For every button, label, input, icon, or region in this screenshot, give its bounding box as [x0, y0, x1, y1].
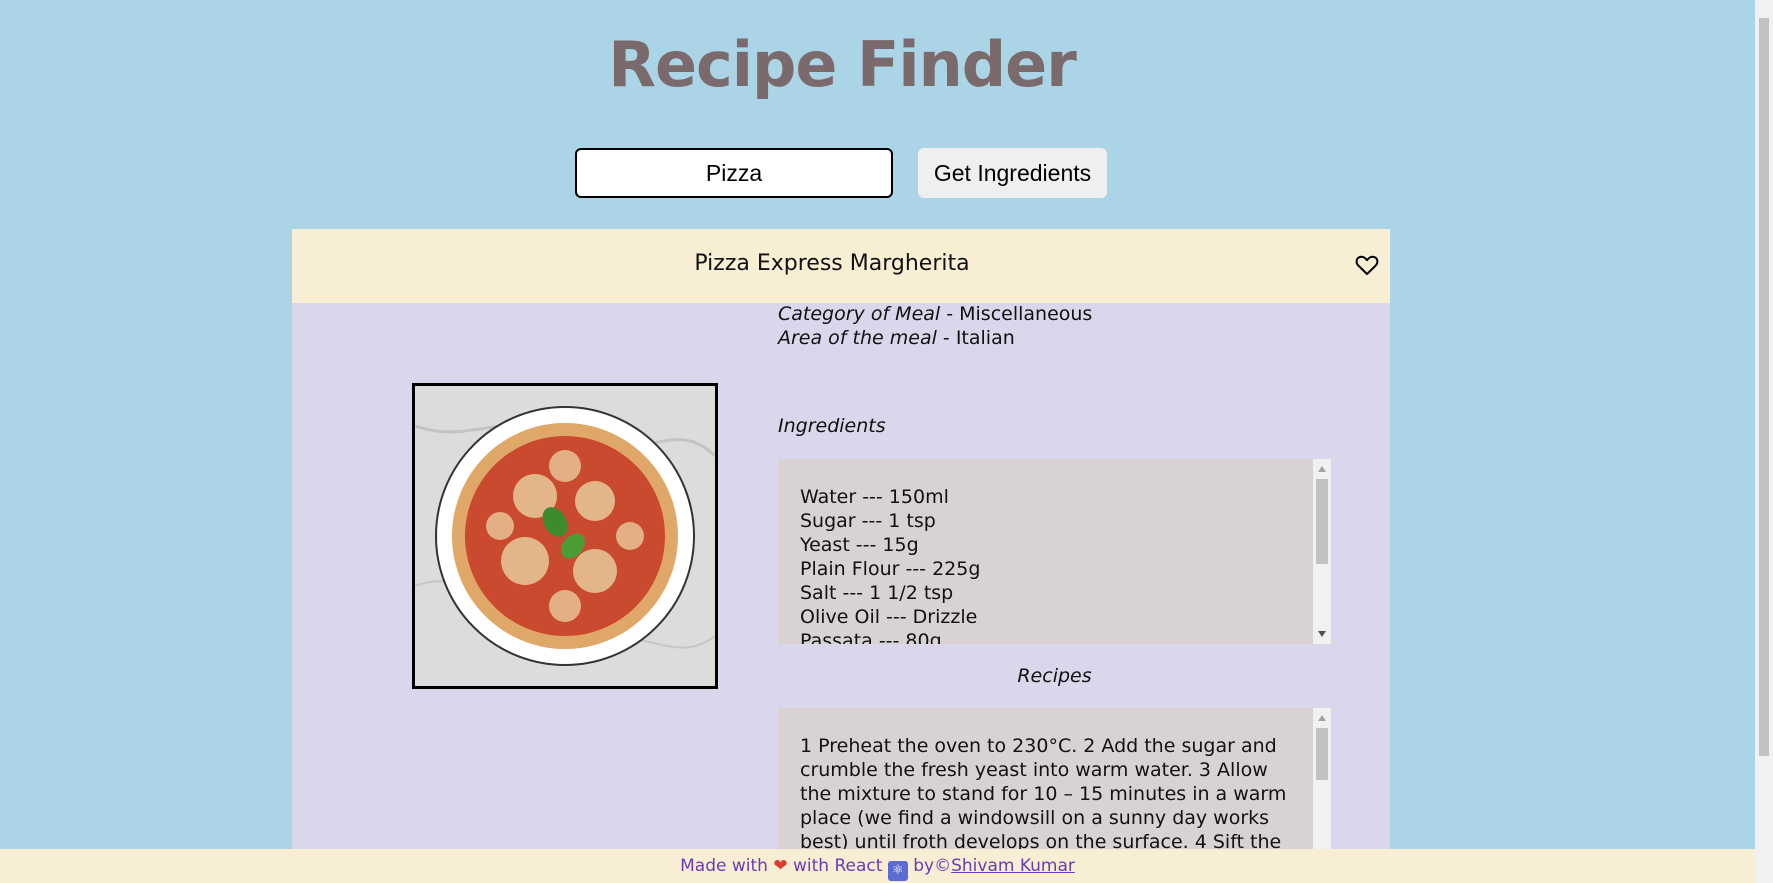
search-input[interactable] [575, 148, 893, 198]
page-title: Recipe Finder [608, 28, 1077, 101]
ingredient-item: Yeast --- 15g [800, 534, 919, 556]
category-value: - Miscellaneous [946, 303, 1093, 325]
page-scrollbar-thumb[interactable] [1759, 18, 1769, 756]
heart-outline-icon[interactable] [1355, 254, 1379, 276]
author-link[interactable]: Shivam Kumar [951, 856, 1075, 876]
ingredient-item: Water --- 150ml [800, 486, 949, 508]
meal-name: Pizza Express Margherita [694, 251, 970, 276]
meal-image [412, 383, 718, 689]
ingredient-item: Salt --- 1 1/2 tsp [800, 582, 954, 604]
recipes-heading: Recipes [1017, 665, 1092, 687]
get-ingredients-button[interactable]: Get Ingredients [918, 148, 1107, 198]
ingredients-content: Water --- 150ml Sugar --- 1 tsp Yeast --… [800, 485, 1295, 644]
ingredient-item: Olive Oil --- Drizzle [800, 606, 978, 628]
meal-category: Category of Meal - Miscellaneous [778, 303, 1092, 325]
meal-card-header: Pizza Express Margherita [292, 229, 1390, 303]
scrollbar-thumb[interactable] [1316, 728, 1328, 780]
meal-area: Area of the meal - Italian [778, 327, 1015, 349]
ingredient-item: Sugar --- 1 tsp [800, 510, 936, 532]
page-scrollbar[interactable] [1755, 0, 1773, 883]
app-root: Recipe Finder Get Ingredients Pizza Expr… [0, 0, 1773, 883]
react-logo-icon: ⚛ [887, 861, 908, 881]
ingredient-item: Passata --- 80g [800, 630, 942, 644]
footer-made-with: Made with [680, 856, 768, 876]
footer: Made with ❤ with React ⚛ by©Shivam Kumar [0, 849, 1755, 883]
heart-emoji-icon: ❤ [773, 856, 788, 876]
pizza-image [415, 386, 715, 686]
footer-with-react: with React [793, 856, 883, 876]
scroll-up-arrow-icon[interactable] [1318, 466, 1326, 472]
ingredients-heading: Ingredients [778, 415, 886, 437]
ingredient-item: Plain Flour --- 225g [800, 558, 981, 580]
area-value: - Italian [942, 327, 1015, 349]
ingredients-scrollbar[interactable] [1313, 459, 1331, 644]
area-label: Area of the meal [778, 327, 937, 349]
footer-by: by© [913, 856, 952, 876]
meal-card: Pizza Express Margherita Category of Mea… [292, 229, 1390, 883]
scrollbar-thumb[interactable] [1316, 479, 1328, 564]
scroll-up-arrow-icon[interactable] [1318, 715, 1326, 721]
scroll-down-arrow-icon[interactable] [1318, 631, 1326, 637]
ingredients-list[interactable]: Water --- 150ml Sugar --- 1 tsp Yeast --… [778, 459, 1331, 644]
category-label: Category of Meal [778, 303, 941, 325]
